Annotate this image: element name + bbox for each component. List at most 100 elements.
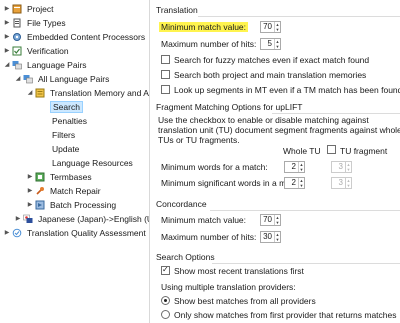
tree-item-label: Search <box>50 101 83 113</box>
conc-max-hits-spinner[interactable]: 30 ▲ ▼ <box>260 231 281 243</box>
tree-item-language-resources[interactable]: Language Resources <box>50 157 135 169</box>
max-hits-spinner[interactable]: 5 ▲ ▼ <box>260 38 281 50</box>
spin-down-icon[interactable]: ▼ <box>346 167 351 172</box>
conc-max-hits-value[interactable]: 30 <box>261 232 274 242</box>
language-pair-icon <box>23 214 33 224</box>
spin-down-icon[interactable]: ▼ <box>275 237 280 242</box>
tu-fragment-checkbox[interactable] <box>327 145 336 154</box>
tree-item-label: Batch Processing <box>50 200 117 210</box>
min-words-whole-value[interactable]: 2 <box>285 162 298 172</box>
section-title-translation: Translation <box>156 5 198 15</box>
tree-item-label: Termbases <box>50 172 92 182</box>
min-sig-whole-value[interactable]: 2 <box>285 178 298 188</box>
tree-item-termbases[interactable]: ▶ Termbases <box>26 171 94 183</box>
tree-item-translation-memory[interactable]: ◢ Translation Memory and Auto <box>26 87 150 99</box>
min-sig-fragment-value[interactable]: 3 <box>332 178 345 188</box>
tree-item-update[interactable]: Update <box>50 143 81 155</box>
best-matches-label: Show best matches from all providers <box>174 296 316 306</box>
expand-arrow-icon[interactable]: ▶ <box>3 3 11 15</box>
batch-icon <box>35 200 45 210</box>
tree-item-label: Translation Quality Assessment <box>27 228 146 238</box>
tqa-icon <box>12 228 22 238</box>
first-provider-label: Only show matches from first provider th… <box>174 310 397 320</box>
processor-icon <box>12 32 22 42</box>
collapse-arrow-icon[interactable]: ◢ <box>3 59 11 71</box>
search-settings-pane: Translation Minimum match value: 70 ▲ ▼ M… <box>150 0 400 323</box>
min-words-whole-spinner[interactable]: 2 ▲ ▼ <box>284 161 305 173</box>
spin-down-icon[interactable]: ▼ <box>275 44 280 49</box>
tree-item-japanese-english[interactable]: ▶ Japanese (Japan)->English (United <box>14 213 149 225</box>
first-provider-radio[interactable] <box>161 310 170 319</box>
min-match-label-text: Minimum match value: <box>159 22 249 32</box>
spin-down-icon[interactable]: ▼ <box>275 220 280 225</box>
tree-item-label: Translation Memory and Auto <box>50 88 150 98</box>
min-match-value[interactable]: 70 <box>261 22 274 32</box>
tree-item-label: Filters <box>52 130 76 140</box>
expand-arrow-icon[interactable]: ▶ <box>26 185 34 197</box>
col-whole-tu: Whole TU <box>283 146 321 156</box>
conc-min-match-spinner[interactable]: 70 ▲ ▼ <box>260 214 281 226</box>
best-matches-radio[interactable] <box>161 296 170 305</box>
spin-down-icon[interactable]: ▼ <box>275 27 280 32</box>
tree-item-search[interactable]: Search <box>50 101 83 113</box>
tree-item-label: All Language Pairs <box>38 74 110 84</box>
tree-item-filters[interactable]: Filters <box>50 129 77 141</box>
expand-arrow-icon[interactable]: ▶ <box>3 45 11 57</box>
tree-item-verification[interactable]: ▶ Verification <box>3 45 71 57</box>
recent-first-label: Show most recent translations first <box>174 266 304 276</box>
tree-item-penalties[interactable]: Penalties <box>50 115 89 127</box>
collapse-arrow-icon[interactable]: ◢ <box>26 87 34 99</box>
language-pairs-icon <box>12 60 22 70</box>
fuzzy-checkbox[interactable] <box>161 55 170 64</box>
collapse-arrow-icon[interactable]: ◢ <box>14 73 22 85</box>
tree-item-translation-quality[interactable]: ▶ Translation Quality Assessment <box>3 227 148 239</box>
lookup-mt-checkbox[interactable] <box>161 85 170 94</box>
match-repair-icon <box>35 186 45 196</box>
spin-down-icon[interactable]: ▼ <box>299 183 304 188</box>
verification-icon <box>12 46 22 56</box>
tree-item-file-types[interactable]: ▶ File Types <box>3 17 68 29</box>
divider <box>272 113 400 114</box>
tm-icon <box>35 88 45 98</box>
tree-item-all-language-pairs[interactable]: ◢ All Language Pairs <box>14 73 111 85</box>
fragment-description: Use the checkbox to enable or disable ma… <box>158 115 400 145</box>
both-tms-checkbox[interactable] <box>161 70 170 79</box>
settings-tree: ▶ Project ▶ File Types ▶ Embedded Conten… <box>0 0 150 323</box>
min-words-fragment-value[interactable]: 3 <box>332 162 345 172</box>
expand-arrow-icon[interactable]: ▶ <box>3 17 11 29</box>
min-words-fragment-spinner[interactable]: 3 ▲ ▼ <box>331 161 352 173</box>
min-words-label: Minimum words for a match: <box>161 162 268 172</box>
expand-arrow-icon[interactable]: ▶ <box>26 171 34 183</box>
conc-min-match-value[interactable]: 70 <box>261 215 274 225</box>
file-types-icon <box>12 18 22 28</box>
min-match-spinner[interactable]: 70 ▲ ▼ <box>260 21 281 33</box>
spin-down-icon[interactable]: ▼ <box>346 183 351 188</box>
language-pairs-icon <box>23 74 33 84</box>
providers-label: Using multiple translation providers: <box>161 282 296 292</box>
divider <box>212 263 400 264</box>
expand-arrow-icon[interactable]: ▶ <box>3 227 11 239</box>
tree-item-match-repair[interactable]: ▶ Match Repair <box>26 185 103 197</box>
tree-item-label: Penalties <box>52 116 87 126</box>
tree-item-language-pairs[interactable]: ◢ Language Pairs <box>3 59 89 71</box>
max-hits-label: Maximum number of hits: <box>161 39 257 49</box>
expand-arrow-icon[interactable]: ▶ <box>14 213 22 225</box>
expand-arrow-icon[interactable]: ▶ <box>26 199 34 211</box>
recent-first-checkbox[interactable] <box>161 265 170 275</box>
conc-min-match-label: Minimum match value: <box>161 215 247 225</box>
min-sig-whole-spinner[interactable]: 2 ▲ ▼ <box>284 177 305 189</box>
spin-down-icon[interactable]: ▼ <box>299 167 304 172</box>
tree-item-embedded-content[interactable]: ▶ Embedded Content Processors <box>3 31 147 43</box>
tree-item-label: Match Repair <box>50 186 101 196</box>
section-title-concordance: Concordance <box>156 199 207 209</box>
tree-item-project[interactable]: ▶ Project <box>3 3 55 15</box>
project-icon <box>12 4 22 14</box>
both-tms-label: Search both project and main translation… <box>174 70 367 80</box>
tree-item-batch-processing[interactable]: ▶ Batch Processing <box>26 199 118 211</box>
tree-item-label: Embedded Content Processors <box>27 32 146 42</box>
max-hits-value[interactable]: 5 <box>261 39 274 49</box>
expand-arrow-icon[interactable]: ▶ <box>3 31 11 43</box>
min-sig-fragment-spinner[interactable]: 3 ▲ ▼ <box>331 177 352 189</box>
section-title-fragment: Fragment Matching Options for upLIFT <box>156 102 303 112</box>
lookup-mt-label: Look up segments in MT even if a TM matc… <box>174 85 400 95</box>
